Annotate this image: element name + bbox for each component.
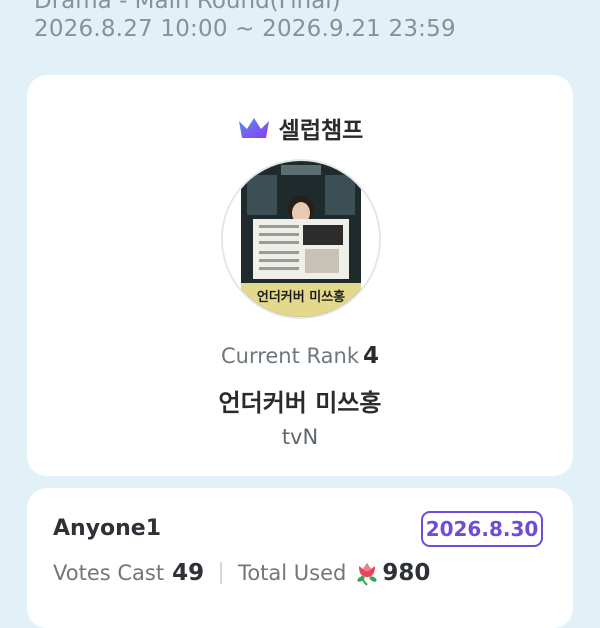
votes-cast-value: 49 <box>172 560 205 586</box>
rank-label: Current Rank <box>220 344 359 368</box>
total-used-value: 980 <box>382 560 431 586</box>
ranking-card: 셀럽챔프 언더커버 미쓰홍 Current Rank 4 언더커버 미쓰홍 tvN <box>27 75 573 476</box>
page-title: Drama - Main Round(Final) <box>34 0 341 14</box>
brand-name: 셀럽챔프 <box>278 118 364 144</box>
flower-icon <box>357 563 377 586</box>
vote-date-badge: 2026.8.30 <box>421 511 543 547</box>
voter-name: Anyone1 <box>53 516 162 541</box>
crown-icon <box>238 118 269 138</box>
rank-value: 4 <box>363 343 380 369</box>
brand: 셀럽챔프 <box>27 111 573 145</box>
poster-title: 언더커버 미쓰홍 <box>257 289 345 305</box>
votes-cast-label: Votes Cast <box>53 561 165 585</box>
stats-divider <box>220 562 223 584</box>
show-title: 언더커버 미쓰홍 <box>218 389 382 417</box>
total-used-label: Total Used <box>238 561 347 585</box>
current-rank: Current Rank 4 <box>27 343 573 369</box>
vote-stats: Votes Cast 49 Total Used 980 <box>53 560 430 586</box>
vote-record-card[interactable]: Anyone1 2026.8.30 Votes Cast 49 Total Us… <box>27 488 573 628</box>
channel-name: tvN <box>281 425 319 449</box>
vote-period: 2026.8.27 10:00 ~ 2026.9.21 23:59 <box>34 16 456 42</box>
show-poster[interactable]: 언더커버 미쓰홍 <box>221 159 381 319</box>
